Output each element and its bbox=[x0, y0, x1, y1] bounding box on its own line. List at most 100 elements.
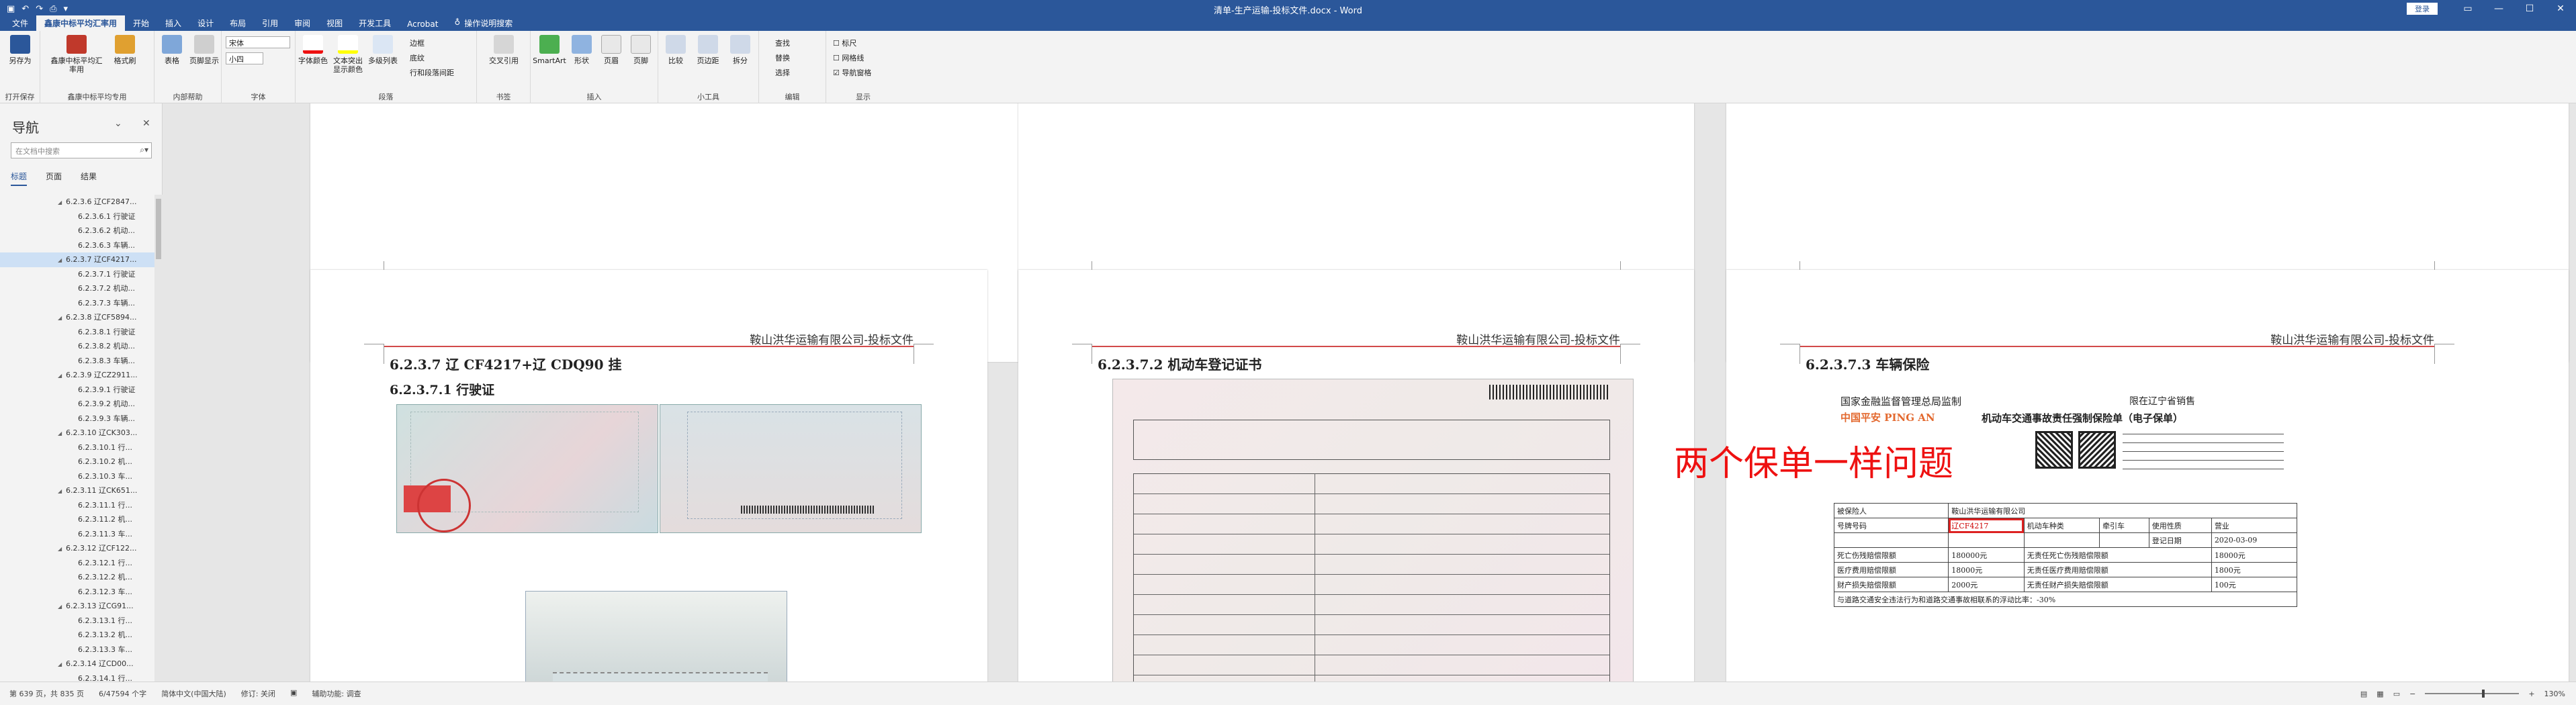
smartart-button[interactable]: SmartArt bbox=[532, 35, 567, 65]
outline-item[interactable]: 6.2.3.9.1 行驶证 bbox=[0, 383, 163, 397]
nav-tab-headings[interactable]: 标题 bbox=[11, 171, 28, 186]
tab-insert[interactable]: 插入 bbox=[157, 15, 189, 31]
collapse-triangle-icon[interactable]: ◢ bbox=[58, 253, 66, 267]
tab-references[interactable]: 引用 bbox=[254, 15, 286, 31]
outline-item[interactable]: 6.2.3.13.1 行... bbox=[0, 614, 163, 628]
collapse-triangle-icon[interactable]: ◢ bbox=[58, 311, 66, 325]
tab-review[interactable]: 审阅 bbox=[286, 15, 318, 31]
word-count[interactable]: 6/47594 个字 bbox=[99, 688, 146, 699]
ribbon-display-options-icon[interactable]: ▭ bbox=[2452, 3, 2483, 14]
outline-item[interactable]: ◢ 6.2.3.10 辽CK303... bbox=[0, 426, 163, 440]
select-button[interactable]: 选择 bbox=[775, 67, 790, 78]
outline-item[interactable]: ◢ 6.2.3.8 辽CF5894... bbox=[0, 310, 163, 325]
shading-button[interactable]: 底纹 bbox=[410, 52, 425, 63]
autosave-icon[interactable]: ▣ bbox=[7, 4, 15, 14]
outline-item[interactable]: ◢ 6.2.3.11 辽CK651... bbox=[0, 483, 163, 498]
signin-button[interactable]: 登录 bbox=[2407, 3, 2438, 15]
outline-item[interactable]: ◢ 6.2.3.7 辽CF4217... bbox=[0, 252, 163, 267]
line-spacing-button[interactable]: 行和段落间距 bbox=[410, 67, 454, 78]
multilevel-list-button[interactable]: 多级列表 bbox=[365, 35, 400, 65]
nav-close-icon[interactable]: ✕ bbox=[142, 118, 150, 129]
outline-item[interactable]: ◢ 6.2.3.14 辽CD00... bbox=[0, 657, 163, 671]
footer-button[interactable]: 页脚 bbox=[623, 35, 658, 65]
borders-button[interactable]: 边框 bbox=[410, 38, 425, 48]
outline-item[interactable]: 6.2.3.7.1 行驶证 bbox=[0, 267, 163, 282]
outline-item[interactable]: 6.2.3.12.3 车... bbox=[0, 585, 163, 600]
outline-item[interactable]: ◢ 6.2.3.9 辽CZ2911... bbox=[0, 368, 163, 383]
format-painter-button[interactable]: 格式刷 bbox=[107, 35, 142, 65]
font-color-button[interactable]: 字体颜色 bbox=[296, 35, 330, 65]
outline-item[interactable]: 6.2.3.7.2 机动... bbox=[0, 281, 163, 296]
tab-developer[interactable]: 开发工具 bbox=[351, 15, 399, 31]
language[interactable]: 简体中文(中国大陆) bbox=[161, 688, 226, 699]
outline-item[interactable]: 6.2.3.6.1 行驶证 bbox=[0, 209, 163, 224]
collapse-triangle-icon[interactable]: ◢ bbox=[58, 369, 66, 383]
outline-item[interactable]: 6.2.3.11.1 行... bbox=[0, 498, 163, 513]
tab-view[interactable]: 视图 bbox=[318, 15, 351, 31]
tab-plugin[interactable]: 鑫康中标平均汇率用 bbox=[36, 15, 126, 31]
read-mode-icon[interactable]: ▤ bbox=[2360, 690, 2367, 698]
plugin-button[interactable]: 鑫康中标平均汇率用 bbox=[50, 35, 103, 74]
outline-item[interactable]: 6.2.3.6.2 机动... bbox=[0, 224, 163, 238]
split-button[interactable]: 拆分 bbox=[723, 35, 758, 65]
outline-item[interactable]: 6.2.3.9.3 车辆... bbox=[0, 412, 163, 426]
gridlines-checkbox[interactable]: ☐ 网格线 bbox=[833, 52, 864, 63]
outline-item[interactable]: ◢ 6.2.3.6 辽CF2847... bbox=[0, 195, 163, 209]
zoom-slider[interactable] bbox=[2425, 690, 2520, 698]
collapse-triangle-icon[interactable]: ◢ bbox=[58, 195, 66, 209]
search-icon[interactable]: ⌕▾ bbox=[140, 145, 148, 155]
tab-layout[interactable]: 布局 bbox=[222, 15, 254, 31]
outline-item[interactable]: 6.2.3.11.2 机... bbox=[0, 512, 163, 527]
document-area[interactable]: 636 637 638 鞍山洪华运输有限公司-投标文件 6.2.3.7 辽 CF… bbox=[163, 103, 2576, 682]
outline-item[interactable]: 6.2.3.12.2 机... bbox=[0, 570, 163, 585]
outline-item[interactable]: 6.2.3.10.2 机... bbox=[0, 455, 163, 469]
collapse-triangle-icon[interactable]: ◢ bbox=[58, 600, 66, 614]
outline-item[interactable]: 6.2.3.10.3 车... bbox=[0, 469, 163, 484]
save-as-button[interactable]: 另存为 bbox=[3, 35, 38, 65]
outline-item[interactable]: 6.2.3.8.1 行驶证 bbox=[0, 325, 163, 340]
tab-file[interactable]: 文件 bbox=[4, 15, 36, 31]
zoom-level[interactable]: 130% bbox=[2544, 690, 2565, 698]
minimize-button[interactable]: — bbox=[2483, 3, 2514, 14]
outline-item[interactable]: ◢ 6.2.3.13 辽CG91... bbox=[0, 599, 163, 614]
font-size-box[interactable]: 小四 bbox=[226, 52, 263, 64]
print-layout-icon[interactable]: ▦ bbox=[2377, 690, 2383, 698]
nav-options-icon[interactable]: ⌄ bbox=[114, 118, 122, 129]
outline-item[interactable]: 6.2.3.11.3 车... bbox=[0, 527, 163, 542]
outline-item[interactable]: 6.2.3.10.1 行... bbox=[0, 440, 163, 455]
compare-button[interactable]: 比较 bbox=[658, 35, 693, 65]
collapse-triangle-icon[interactable]: ◢ bbox=[58, 657, 66, 671]
outline-item[interactable]: 6.2.3.6.3 车辆... bbox=[0, 238, 163, 253]
tab-design[interactable]: 设计 bbox=[189, 15, 222, 31]
collapse-triangle-icon[interactable]: ◢ bbox=[58, 542, 66, 556]
find-button[interactable]: 查找 bbox=[775, 38, 790, 48]
page-count[interactable]: 第 639 页，共 835 页 bbox=[9, 688, 84, 699]
redo-icon[interactable]: ↷ bbox=[36, 4, 43, 14]
collapse-triangle-icon[interactable]: ◢ bbox=[58, 484, 66, 498]
outline-item[interactable]: 6.2.3.7.3 车辆... bbox=[0, 296, 163, 311]
nav-tab-results[interactable]: 结果 bbox=[81, 171, 97, 186]
outline-item[interactable]: 6.2.3.9.2 机动... bbox=[0, 397, 163, 412]
zoom-out-icon[interactable]: − bbox=[2409, 690, 2415, 698]
outline-item[interactable]: ◢ 6.2.3.12 辽CF122... bbox=[0, 541, 163, 556]
replace-button[interactable]: 替换 bbox=[775, 52, 790, 63]
customize-qat-icon[interactable]: ▾ bbox=[64, 4, 69, 14]
nav-scrollbar[interactable] bbox=[154, 195, 163, 682]
navigation-pane-checkbox[interactable]: ☑ 导航窗格 bbox=[833, 67, 871, 78]
outline-item[interactable]: 6.2.3.14.1 行... bbox=[0, 671, 163, 682]
accessibility-status[interactable]: 辅助功能: 调查 bbox=[312, 688, 361, 699]
nav-search-input[interactable]: 在文档中搜索 ⌕▾ bbox=[11, 142, 152, 158]
outline-item[interactable]: 6.2.3.13.2 机... bbox=[0, 628, 163, 643]
undo-icon[interactable]: ↶ bbox=[21, 4, 29, 14]
footer-show-button[interactable]: 页脚显示 bbox=[187, 35, 222, 65]
web-layout-icon[interactable]: ▭ bbox=[2393, 690, 2400, 698]
table-button[interactable]: 表格 bbox=[154, 35, 189, 65]
outline-item[interactable]: 6.2.3.8.2 机动... bbox=[0, 339, 163, 354]
macro-icon[interactable]: ▣ bbox=[290, 688, 297, 699]
track-changes[interactable]: 修订: 关闭 bbox=[241, 688, 275, 699]
close-button[interactable]: ✕ bbox=[2545, 3, 2576, 14]
outline-item[interactable]: 6.2.3.12.1 行... bbox=[0, 556, 163, 571]
nav-scrollbar-thumb[interactable] bbox=[156, 199, 161, 259]
maximize-button[interactable]: ☐ bbox=[2514, 3, 2545, 14]
tell-me-search[interactable]: ♁ 操作说明搜索 bbox=[446, 15, 521, 31]
